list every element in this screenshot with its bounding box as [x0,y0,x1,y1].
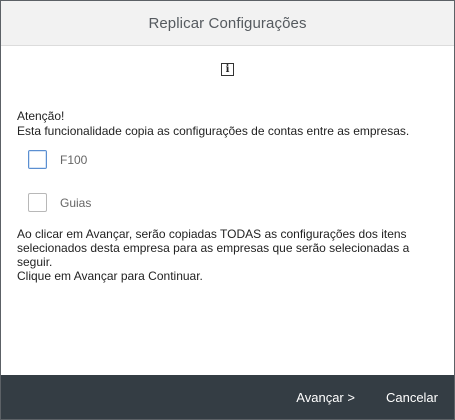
notice-text: Ao clicar em Avançar, serão copiadas TOD… [17,227,445,283]
option-f100[interactable]: F100 [28,150,87,169]
f100-label[interactable]: F100 [60,153,87,167]
notice-line-1: Ao clicar em Avançar, serão copiadas TOD… [17,227,410,269]
dialog-header: Replicar Configurações [1,1,454,46]
dialog-title: Replicar Configurações [148,14,307,32]
description-text: Esta funcionalidade copia as configuraçõ… [17,124,410,138]
notice-line-2: Clique em Avançar para Continuar. [17,269,203,283]
next-button[interactable]: Avançar > [296,390,355,405]
dialog-footer: Avançar > Cancelar [1,375,454,419]
guias-label[interactable]: Guias [60,196,91,210]
guias-checkbox[interactable] [28,193,47,212]
info-icon[interactable]: i [221,63,234,76]
cancel-button[interactable]: Cancelar [386,390,438,405]
f100-checkbox[interactable] [28,150,47,169]
replicate-settings-dialog: Replicar Configurações i Atenção! Esta f… [0,0,455,420]
attention-text: Atenção! [17,109,65,123]
option-guias[interactable]: Guias [28,193,91,212]
